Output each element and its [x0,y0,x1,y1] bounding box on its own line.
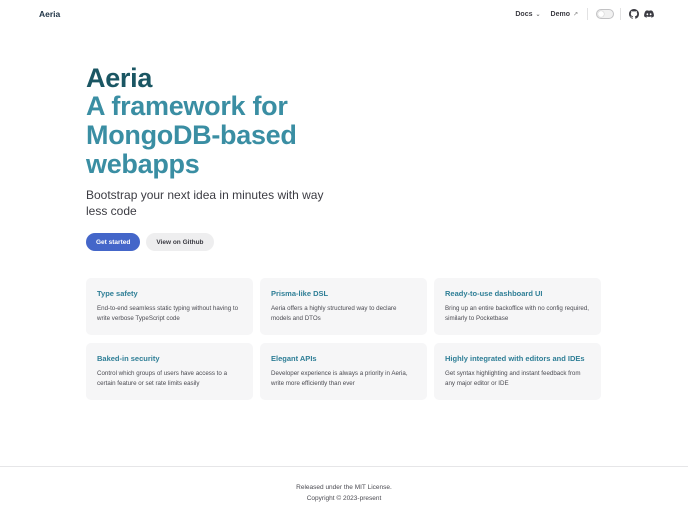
external-link-icon: ↗ [572,11,578,18]
hero-text: A framework for MongoDB-based webapps [86,91,297,179]
footer: Released under the MIT License. Copyrigh… [0,466,688,512]
hero-actions: Get started View on Github [86,233,606,251]
feature-details: End-to-end seamless static typing withou… [97,305,239,322]
nav-right: Docs ⌄ Demo ↗ [505,8,654,20]
feature-details: Developer experience is always a priorit… [271,370,408,387]
nav-divider [620,8,621,20]
feature-details: Get syntax highlighting and instant feed… [445,370,581,387]
toggle-knob [598,11,604,17]
features-grid: Type safety End-to-end seamless static t… [86,278,602,400]
site-title[interactable]: Aeria [39,9,60,19]
nav-divider [587,8,588,20]
feature-title: Elegant APIs [271,354,317,363]
view-on-github-button[interactable]: View on Github [146,233,214,251]
feature-title: Highly integrated with editors and IDEs [445,354,585,363]
get-started-button[interactable]: Get started [86,233,141,251]
footer-copyright: Copyright © 2023-present [306,495,382,502]
feature-card: Baked-in security Control which groups o… [86,343,253,400]
nav-docs-menu[interactable]: Docs ⌄ [515,11,540,18]
footer-message: Released under the MIT License. [296,484,392,491]
feature-card: Elegant APIs Developer experience is alw… [260,343,427,400]
appearance-toggle[interactable] [596,9,614,19]
nav-demo-link[interactable]: Demo ↗ [551,11,578,18]
feature-card: Highly integrated with editors and IDEs … [434,343,601,400]
chevron-down-icon: ⌄ [535,11,541,18]
hero-name: Aeria [86,63,153,93]
nav-docs-label: Docs [515,10,533,18]
nav-demo-label: Demo [550,10,570,18]
feature-details: Control which groups of users have acces… [97,370,228,387]
feature-card: Type safety End-to-end seamless static t… [86,278,253,335]
github-icon[interactable] [629,9,639,19]
feature-details: Bring up an entire backoffice with no co… [445,305,590,322]
feature-card: Prisma-like DSL Aeria offers a highly st… [260,278,427,335]
feature-card: Ready-to-use dashboard UI Bring up an en… [434,278,601,335]
feature-details: Aeria offers a highly structured way to … [271,305,397,322]
feature-title: Ready-to-use dashboard UI [445,289,543,298]
feature-title: Prisma-like DSL [271,289,329,298]
hero-tagline: Bootstrap your next idea in minutes with… [86,188,324,218]
hero: Aeria A framework for MongoDB-based weba… [86,64,606,251]
navbar: Aeria Docs ⌄ Demo ↗ [0,0,688,28]
feature-title: Baked-in security [97,354,160,363]
feature-title: Type safety [97,289,138,298]
discord-icon[interactable] [644,9,654,19]
